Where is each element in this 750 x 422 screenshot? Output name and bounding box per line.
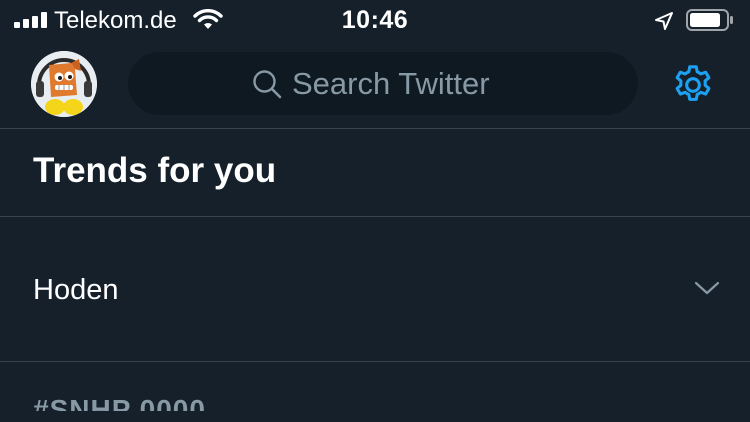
clock: 10:46 (341, 6, 409, 34)
gear-icon[interactable] (670, 62, 716, 108)
trend-context-text: #SNHP 0000 (33, 391, 333, 411)
status-bar: Telekom.de 10:46 (0, 0, 750, 40)
trend-context-label: #SNHP 0000 (33, 394, 206, 411)
trend-item[interactable]: #SNHP 0000 (0, 362, 750, 422)
search-field[interactable]: Search Twitter (128, 52, 638, 115)
search-placeholder: Search Twitter (292, 66, 490, 101)
search-icon (253, 70, 282, 99)
top-navigation-bar: Search Twitter (0, 40, 750, 129)
avatar[interactable] (31, 51, 97, 117)
section-title: Trends for you (33, 151, 277, 190)
trend-name: Hoden (33, 274, 119, 306)
location-arrow-icon (655, 12, 673, 30)
trends-section-header: Trends for you (0, 129, 750, 217)
chevron-down-icon[interactable] (694, 279, 720, 297)
battery-icon (686, 9, 733, 31)
trend-item[interactable]: Hoden (0, 217, 750, 362)
